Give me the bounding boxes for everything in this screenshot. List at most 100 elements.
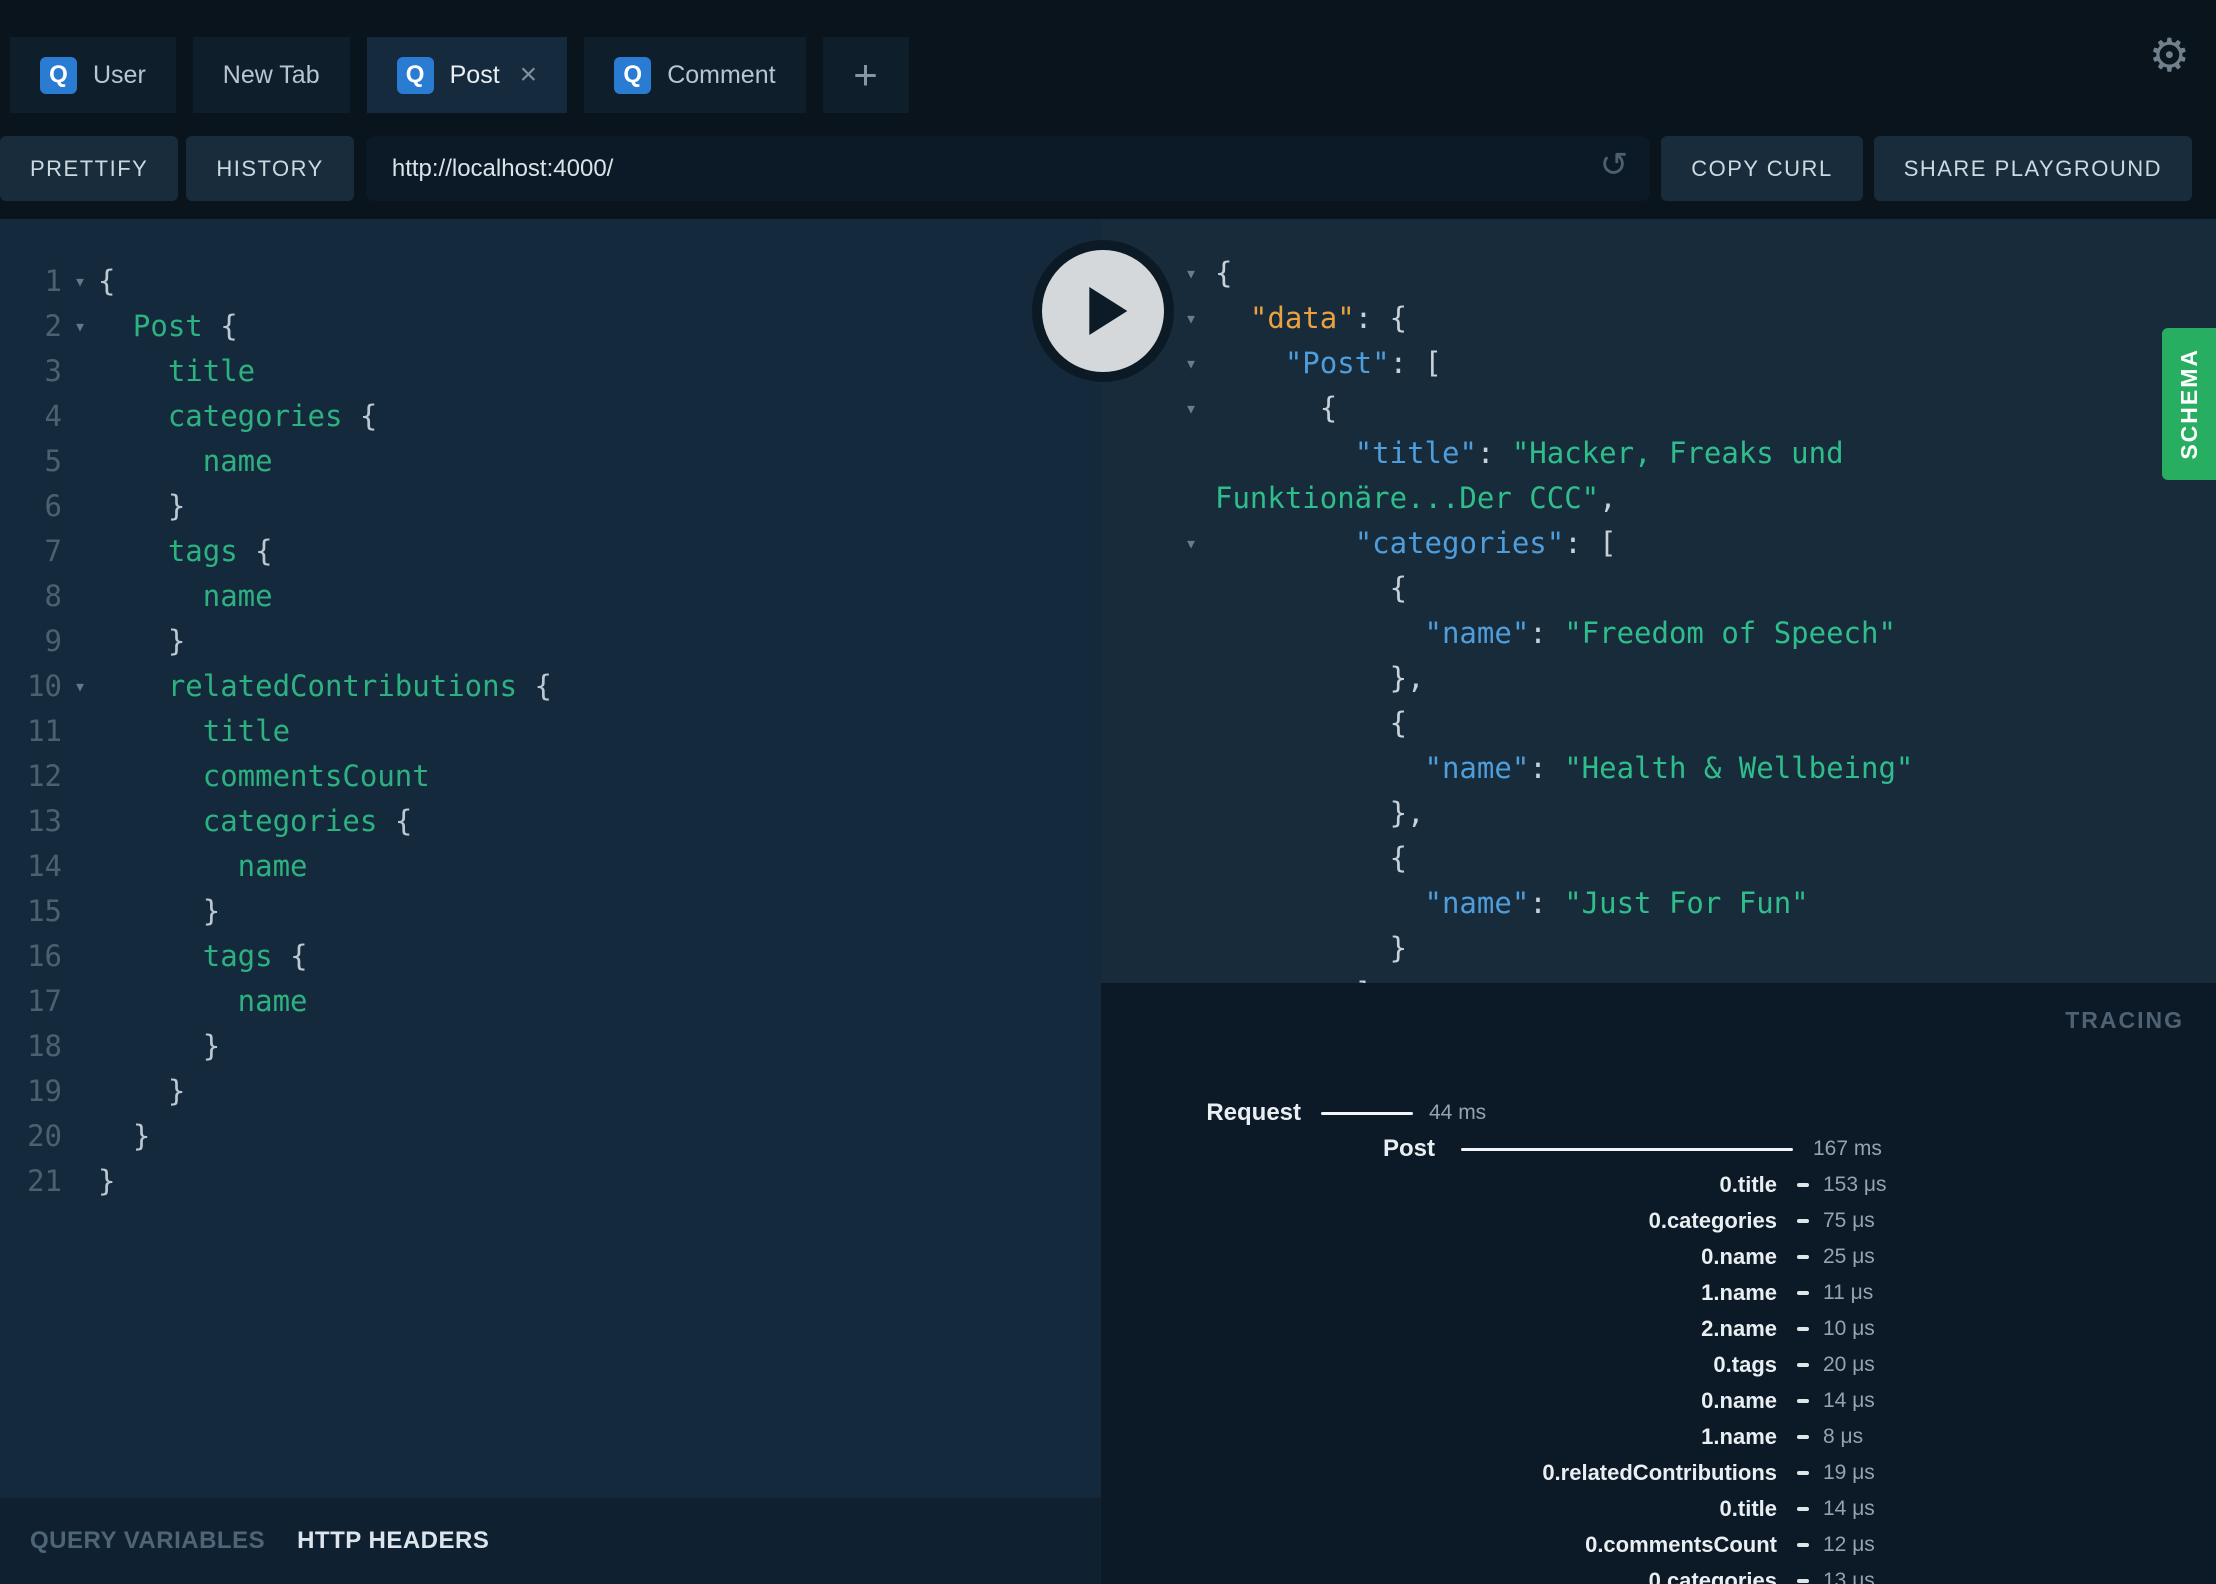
response-line: "title": "Hacker, Freaks und <box>1354 436 1844 470</box>
tracing-resolver-row: 0.name 25 μs <box>1701 1244 1875 1269</box>
query-line: 21} <box>27 1164 116 1198</box>
share-playground-button[interactable]: SHARE PLAYGROUND <box>1873 136 2192 201</box>
tracing-request-row: Request 44 ms <box>1206 1099 1487 1126</box>
tracing-title: TRACING <box>2065 1007 2184 1033</box>
dash-icon <box>1797 1543 1809 1547</box>
tab-label: User <box>93 60 146 89</box>
url-field-wrap: ↺ <box>365 136 1651 201</box>
fold-arrow-icon[interactable]: ▾ <box>62 664 98 709</box>
query-line: 16 tags { <box>27 939 308 973</box>
endpoint-url-input[interactable] <box>365 136 1651 201</box>
dash-icon <box>1797 1327 1809 1331</box>
query-line: 6 } <box>44 489 186 523</box>
fold-arrow-icon[interactable]: ▾ <box>62 259 98 304</box>
dash-icon <box>1797 1399 1809 1403</box>
query-tab-icon: Q <box>614 56 652 94</box>
tab-post[interactable]: Q Post × <box>366 37 568 113</box>
response-line: }, <box>1215 661 1425 695</box>
query-line: 3 title <box>44 354 256 388</box>
dash-icon <box>1797 1507 1809 1511</box>
dash-icon <box>1797 1183 1809 1187</box>
tracing-post-row: Post 167 ms <box>1382 1135 1882 1162</box>
response-line: { <box>1215 571 1408 605</box>
tracing-resolver-row: 0.tags 20 μs <box>1713 1352 1875 1377</box>
close-tab-icon[interactable]: × <box>520 60 538 90</box>
reload-schema-icon[interactable]: ↺ <box>1600 148 1629 182</box>
tab-comment[interactable]: Q Comment <box>584 37 806 113</box>
fold-arrow-icon[interactable]: ▾ <box>62 304 98 349</box>
query-line: 20 } <box>27 1119 151 1153</box>
timeline-bar <box>1321 1111 1413 1115</box>
dash-icon <box>1797 1255 1809 1259</box>
tracing-resolver-row: 1.name 11 μs <box>1701 1280 1874 1305</box>
response-line: { <box>1215 841 1408 875</box>
response-line: ▾ "data": { <box>1101 296 2216 341</box>
tab-label: New Tab <box>222 60 320 89</box>
execute-query-button[interactable] <box>1042 250 1164 372</box>
response-line: ▾ "categories": [ <box>1101 521 2216 566</box>
dash-icon <box>1797 1219 1809 1223</box>
schema-side-tab[interactable]: SCHEMA <box>2162 328 2216 480</box>
prettify-button[interactable]: PRETTIFY <box>0 136 179 201</box>
query-editor[interactable]: 1 ▾{ 2 ▾ Post { 3 title 4 categories { 5 n… <box>0 219 1101 1498</box>
dash-icon <box>1797 1291 1809 1295</box>
dash-icon <box>1797 1363 1809 1367</box>
response-line: Funktionäre...Der CCC", <box>1215 481 1617 515</box>
tracing-panel: TRACING Request 44 ms Post 167 ms 0.title 1… <box>1101 983 2216 1584</box>
query-tab-icon: Q <box>396 56 434 94</box>
query-line: 18 } <box>27 1029 221 1063</box>
query-line: 14 name <box>27 849 308 883</box>
response-line: "name": "Freedom of Speech" <box>1424 616 1896 650</box>
timeline-bar <box>1461 1147 1793 1151</box>
plus-icon: + <box>853 51 878 98</box>
history-button[interactable]: HISTORY <box>186 136 354 201</box>
response-line: ] <box>1101 971 2216 983</box>
query-line: 5 name <box>44 444 273 478</box>
response-line: "name": "Just For Fun" <box>1424 886 1809 920</box>
settings-gear-icon[interactable]: ⚙ <box>2149 32 2190 78</box>
dash-icon <box>1797 1435 1809 1439</box>
tracing-resolver-row: 0.title 14 μs <box>1719 1496 1875 1521</box>
schema-tab-label: SCHEMA <box>2175 348 2202 460</box>
dash-icon <box>1797 1471 1809 1475</box>
tracing-resolver-row: 0.name 14 μs <box>1701 1388 1875 1413</box>
query-line: 10 ▾ relatedContributions { <box>0 664 1101 709</box>
response-line: "name": "Health & Wellbeing" <box>1424 751 1914 785</box>
response-line: ▾{ <box>1101 251 2216 296</box>
fold-arrow-icon[interactable]: ▾ <box>1101 521 1215 566</box>
query-line: 15 } <box>27 894 221 928</box>
tracing-resolver-row: 0.commentsCount 12 μs <box>1585 1532 1875 1557</box>
dash-icon <box>1797 1579 1809 1583</box>
query-variables-tab[interactable]: QUERY VARIABLES <box>30 1527 265 1555</box>
tracing-resolver-row: 1.name 8 μs <box>1701 1424 1864 1449</box>
fold-arrow-icon[interactable]: ▾ <box>1101 386 1215 431</box>
response-viewer: ▾{ ▾ "data": { ▾ "Post": [ ▾ { "title": … <box>1101 219 2216 983</box>
query-line: 4 categories { <box>44 399 378 433</box>
tracing-resolver-row: 2.name 10 μs <box>1701 1316 1875 1341</box>
editor-bottom-bar: QUERY VARIABLES HTTP HEADERS <box>0 1498 1101 1584</box>
add-tab-button[interactable]: + <box>822 37 909 113</box>
tab-user[interactable]: Q User <box>10 37 176 113</box>
tracing-resolver-row: 0.relatedContributions 19 μs <box>1542 1460 1875 1485</box>
tab-new-tab[interactable]: New Tab <box>192 37 350 113</box>
tracing-resolver-row: 0.categories 75 μs <box>1648 1208 1875 1233</box>
header: Q User New Tab Q Post × Q Comment + ⚙ PR… <box>0 0 2216 219</box>
copy-curl-button[interactable]: COPY CURL <box>1661 136 1863 201</box>
query-line: 7 tags { <box>44 534 273 568</box>
tracing-resolver-row: 0.categories 13 μs <box>1648 1568 1875 1584</box>
query-line: 11 title <box>27 714 291 748</box>
query-line: 12 commentsCount <box>27 759 430 793</box>
tracing-rows: Request 44 ms Post 167 ms 0.title 153 μs 0.… <box>1101 1095 2216 1584</box>
tab-label: Post <box>449 60 500 89</box>
toolbar: PRETTIFY HISTORY ↺ COPY CURL SHARE PLAYG… <box>0 136 2216 201</box>
query-line: 2 ▾ Post { <box>0 304 1101 349</box>
play-icon <box>1089 287 1128 335</box>
response-line: ▾ "Post": [ <box>1101 341 2216 386</box>
query-line: 1 ▾{ <box>0 259 1101 304</box>
response-line: { <box>1215 706 1408 740</box>
query-line: 19 } <box>27 1074 186 1108</box>
query-line: 9 } <box>44 624 186 658</box>
http-headers-tab[interactable]: HTTP HEADERS <box>297 1527 489 1555</box>
tracing-resolver-row: 0.title 153 μs <box>1719 1172 1887 1197</box>
tab-label: Comment <box>667 60 776 89</box>
